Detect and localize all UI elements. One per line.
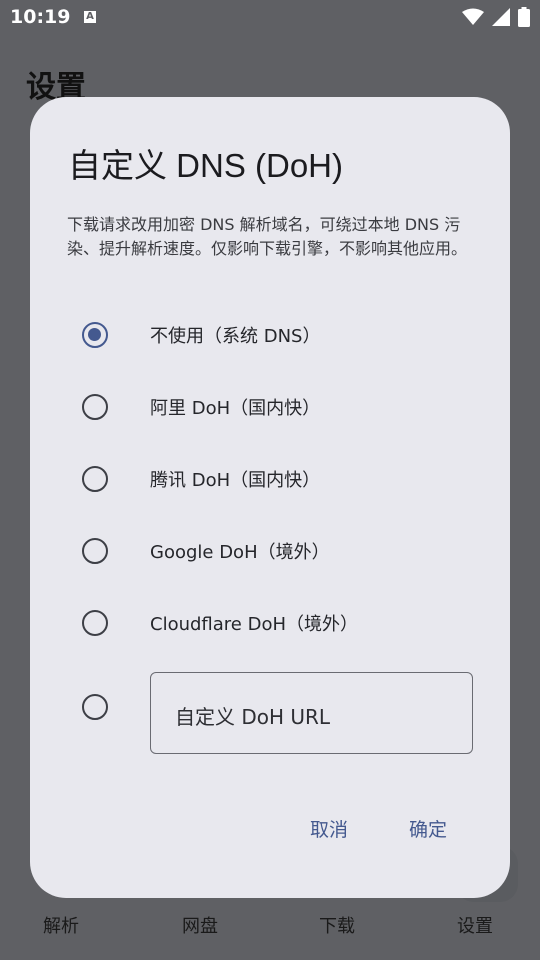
option-ali-doh[interactable]: 阿里 DoH（国内快） [82,383,482,431]
radio-button[interactable] [82,466,108,492]
option-label: 腾讯 DoH（国内快） [150,470,321,491]
radio-button[interactable] [82,694,108,720]
cancel-button[interactable]: 取消 [310,815,348,842]
status-time: 10:19 [10,6,71,28]
confirm-button[interactable]: 确定 [409,815,447,842]
option-google-doh[interactable]: Google DoH（境外） [82,527,482,575]
nav-item-download[interactable]: 下载 [297,912,377,938]
option-label: Cloudflare DoH（境外） [150,614,358,635]
option-label: Google DoH（境外） [150,542,330,563]
option-system-dns[interactable]: 不使用（系统 DNS） [82,311,482,359]
bottom-navigation: 解析 网盘 下载 设置 [0,902,540,960]
status-bar: 10:19 A [0,0,540,36]
signal-icon [492,8,510,26]
custom-doh-url-input[interactable]: 自定义 DoH URL [150,672,473,754]
option-tencent-doh[interactable]: 腾讯 DoH（国内快） [82,455,482,503]
notification-a-icon: A [84,11,96,23]
dialog-description: 下载请求改用加密 DNS 解析域名，可绕过本地 DNS 污染、提升解析速度。仅影… [67,215,468,258]
wifi-icon [462,8,484,25]
option-label: 不使用（系统 DNS） [150,326,321,347]
nav-item-settings[interactable]: 设置 [435,912,515,938]
radio-button-checked[interactable] [82,322,108,348]
dns-dialog: 自定义 DNS (DoH) 下载请求改用加密 DNS 解析域名，可绕过本地 DN… [30,97,510,898]
radio-button[interactable] [82,394,108,420]
option-label: 阿里 DoH（国内快） [150,398,321,419]
radio-button[interactable] [82,538,108,564]
nav-item-parse[interactable]: 解析 [21,912,101,938]
nav-item-cloud-drive[interactable]: 网盘 [160,912,240,938]
radio-button[interactable] [82,610,108,636]
custom-doh-url-placeholder: 自定义 DoH URL [175,705,331,729]
option-cloudflare-doh[interactable]: Cloudflare DoH（境外） [82,599,482,647]
battery-icon [518,7,530,27]
status-icons [462,7,530,27]
dialog-title: 自定义 DNS (DoH) [68,147,344,184]
option-custom-doh[interactable] [82,683,142,731]
